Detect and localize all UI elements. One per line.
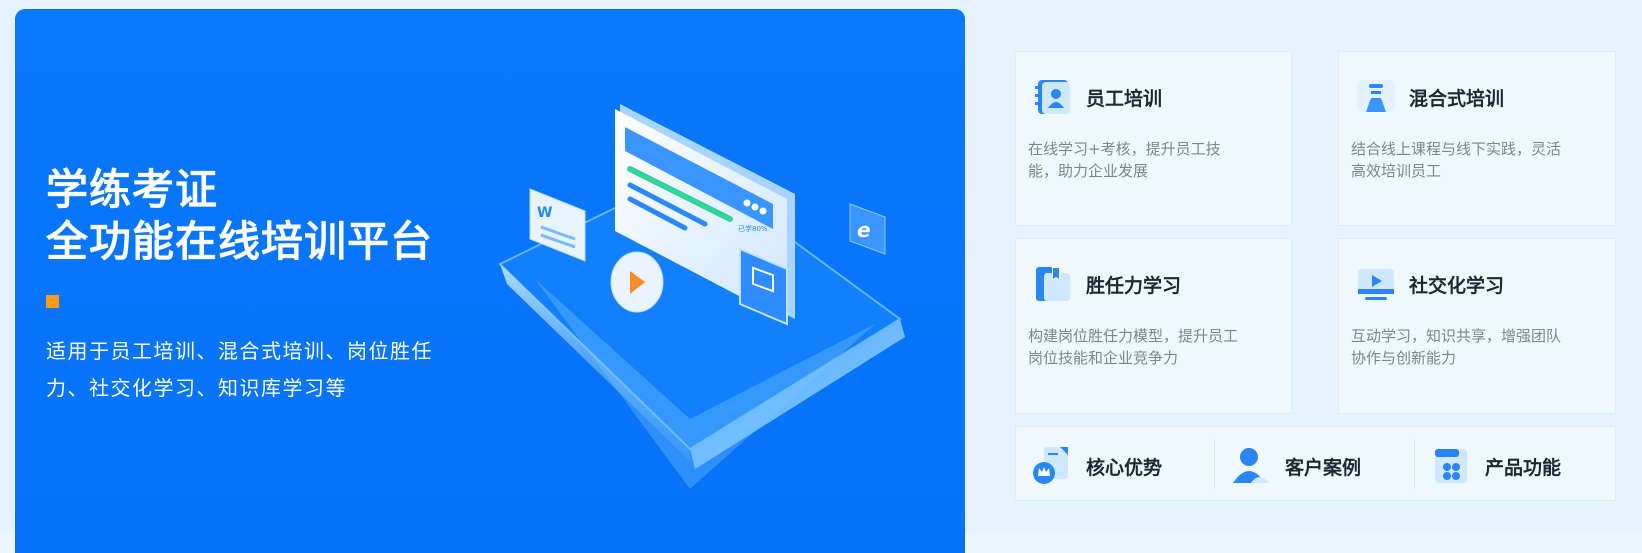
link-customer-cases[interactable]: 客户案例 xyxy=(1215,427,1415,500)
card-description: 构建岗位胜任力模型，提升员工岗位技能和企业竞争力 xyxy=(1028,327,1239,367)
link-label: 核心优势 xyxy=(1086,457,1163,479)
card-social-learning[interactable]: 社交化学习 互动学习，知识共享，增强团队协作与创新能力 xyxy=(1338,238,1616,414)
card-title: 员工培训 xyxy=(1086,88,1163,110)
svg-text:e: e xyxy=(857,218,871,242)
hero-illustration: 已学80% W e xyxy=(498,104,905,489)
hero-title-line1: 学练考证 xyxy=(46,165,219,214)
monitor-play-icon xyxy=(1358,269,1394,300)
card-description: 在线学习+考核，提升员工技能，助力企业发展 xyxy=(1028,140,1221,180)
card-title: 社交化学习 xyxy=(1409,275,1505,297)
quick-links-bar: 核心优势 客户案例 产品功能 xyxy=(1015,426,1616,501)
link-label: 产品功能 xyxy=(1485,457,1562,479)
hero-banner: 学练考证 全功能在线培训平台 适用于员工培训、混合式培训、岗位胜任力、社交化学习… xyxy=(15,9,965,553)
user-icon xyxy=(1233,448,1269,483)
card-title: 混合式培训 xyxy=(1409,88,1505,110)
hero-description: 适用于员工培训、混合式培训、岗位胜任力、社交化学习、知识库学习等 xyxy=(46,339,433,400)
presenter-icon xyxy=(1357,80,1395,112)
card-employee-training[interactable]: 员工培训 在线学习+考核，提升员工技能，助力企业发展 xyxy=(1015,51,1292,226)
document-bookmark-icon xyxy=(1036,267,1070,301)
progress-text: 已学80% xyxy=(738,224,768,233)
hero-accent-square xyxy=(46,295,59,308)
card-title: 胜任力学习 xyxy=(1086,275,1182,297)
hero-title-line2: 全功能在线培训平台 xyxy=(46,217,434,266)
link-product-features[interactable]: 产品功能 xyxy=(1415,427,1615,500)
card-description: 互动学习，知识共享，增强团队协作与创新能力 xyxy=(1351,327,1562,367)
hero-title: 学练考证 全功能在线培训平台 xyxy=(46,164,433,268)
grid-box-icon xyxy=(1435,449,1467,483)
svg-text:W: W xyxy=(537,205,552,221)
card-description: 结合线上课程与线下实践，灵活高效培训员工 xyxy=(1351,140,1562,180)
link-core-advantages[interactable]: 核心优势 xyxy=(1016,427,1214,500)
card-blended-training[interactable]: 混合式培训 结合线上课程与线下实践，灵活高效培训员工 xyxy=(1338,51,1616,226)
crown-badge-icon xyxy=(1033,447,1068,484)
link-label: 客户案例 xyxy=(1285,457,1362,479)
card-competency-learning[interactable]: 胜任力学习 构建岗位胜任力模型，提升员工岗位技能和企业竞争力 xyxy=(1015,238,1292,414)
employee-profile-icon xyxy=(1035,80,1070,114)
